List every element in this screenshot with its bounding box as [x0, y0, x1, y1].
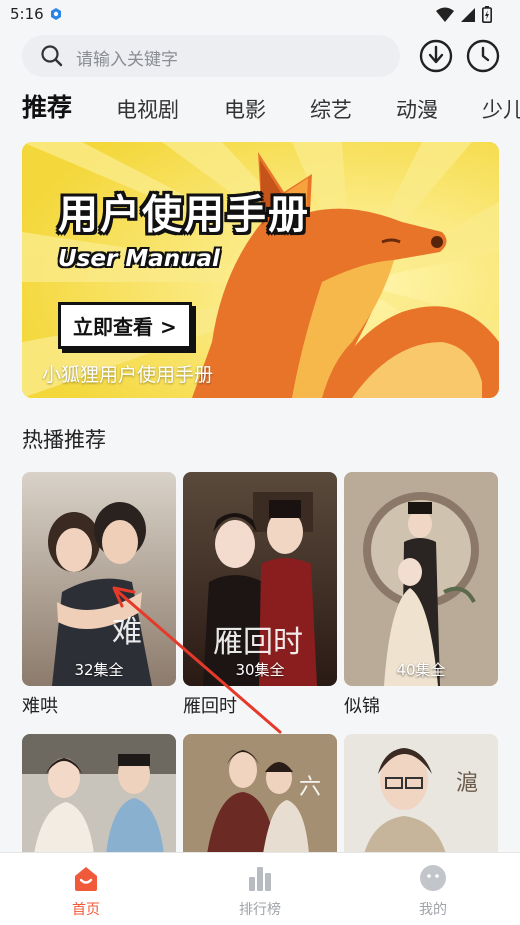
signal-icon [461, 7, 475, 22]
search-icon [41, 45, 63, 67]
profile-face-icon [420, 865, 446, 891]
poster-image: 40集全 [344, 472, 498, 686]
show-card-row2-2[interactable]: 六 [183, 734, 337, 854]
tab-kids[interactable]: 少儿 [482, 90, 520, 130]
banner-subtitle: User Manual [58, 246, 220, 272]
banner-user-manual[interactable]: 用户使用手册 User Manual 立即查看 > 小狐狸用户使用手册 [22, 142, 499, 398]
banner-caption: 小狐狸用户使用手册 [42, 364, 214, 386]
show-title: 似锦 [344, 696, 380, 717]
nav-ranking[interactable]: 排行榜 [220, 863, 300, 919]
episode-count: 40集全 [396, 661, 446, 679]
app-notification-icon [51, 8, 61, 20]
show-card-sijin[interactable]: 40集全 似锦 [344, 472, 498, 718]
tab-tv-series[interactable]: 电视剧 [116, 90, 179, 130]
show-card-row2-1[interactable] [22, 734, 176, 854]
nav-home[interactable]: 首页 [46, 863, 126, 919]
battery-icon [482, 6, 492, 23]
banner-title: 用户使用手册 [58, 192, 310, 238]
home-icon [75, 867, 97, 891]
view-now-button[interactable]: 立即查看 > [58, 302, 192, 349]
status-time: 5:16 [10, 5, 44, 23]
category-tabs: 推荐 电视剧 电影 综艺 动漫 少儿 [22, 88, 520, 132]
tab-variety[interactable]: 综艺 [310, 90, 352, 130]
section-title-hot: 热播推荐 [22, 428, 106, 452]
tab-movies[interactable]: 电影 [224, 90, 266, 130]
search-placeholder: 请输入关键字 [76, 50, 178, 70]
tab-anime[interactable]: 动漫 [396, 90, 438, 130]
poster-image: 雁回时 30集全 [183, 472, 337, 686]
bottom-navigation: 首页 排行榜 我的 [0, 852, 520, 925]
nav-label: 首页 [72, 902, 100, 918]
download-icon[interactable] [419, 39, 453, 73]
show-title: 难哄 [22, 696, 58, 717]
svg-text:滬: 滬 [456, 771, 478, 796]
history-clock-icon[interactable] [466, 39, 500, 73]
show-card-yanhuishi[interactable]: 雁回时 30集全 雁回时 [183, 472, 337, 718]
svg-text:难: 难 [112, 615, 142, 650]
bar-chart-icon [249, 867, 271, 891]
show-card-row2-3[interactable]: 滬 [344, 734, 498, 854]
wifi-icon [436, 7, 454, 22]
svg-text:雁回时: 雁回时 [213, 625, 303, 660]
nav-label: 我的 [419, 902, 447, 918]
show-title: 雁回时 [183, 696, 237, 717]
nav-label: 排行榜 [239, 902, 281, 918]
nav-profile[interactable]: 我的 [393, 863, 473, 919]
svg-text:六: 六 [299, 775, 321, 800]
poster-image: 难 32集全 [22, 472, 176, 686]
tab-recommended[interactable]: 推荐 [22, 88, 72, 128]
show-card-nanhong[interactable]: 难 32集全 难哄 [22, 472, 176, 718]
status-bar: 5:16 [0, 0, 520, 30]
episode-count: 32集全 [74, 661, 124, 679]
search-input[interactable]: 请输入关键字 [22, 35, 400, 77]
episode-count: 30集全 [235, 661, 285, 679]
